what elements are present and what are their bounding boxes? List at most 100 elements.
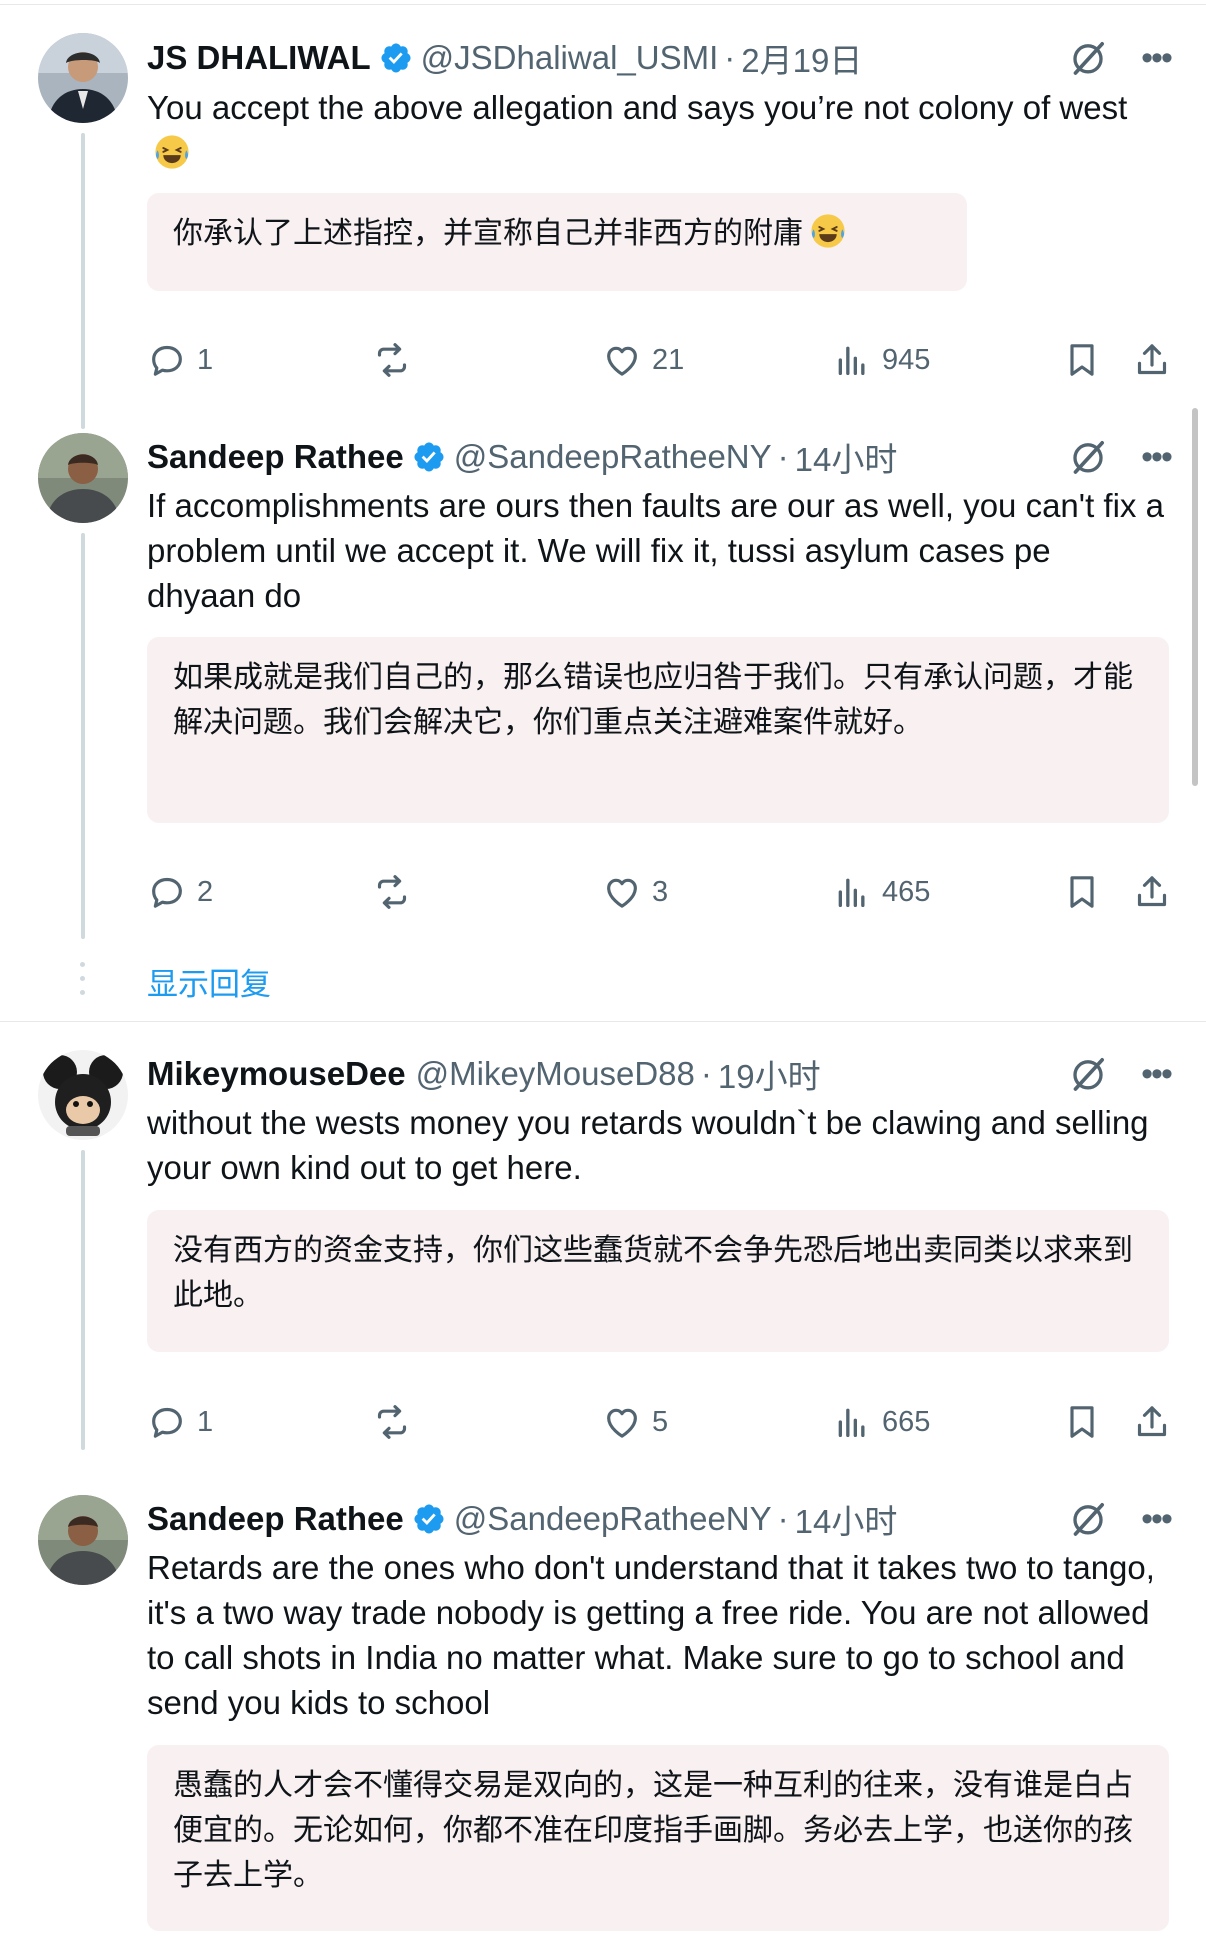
scrollbar[interactable] <box>1192 408 1198 786</box>
action-bar: 1 21 945 <box>147 335 1172 385</box>
tweet[interactable]: MikeymouseDee @MikeyMouseD88 · 19小时 ••• … <box>0 1045 1206 1465</box>
like-count: 5 <box>652 1405 669 1438</box>
share-button[interactable] <box>1132 867 1172 917</box>
share-icon <box>1132 872 1172 912</box>
avatar[interactable] <box>38 433 128 523</box>
grok-icon[interactable] <box>1068 1054 1108 1094</box>
share-icon <box>1132 1402 1172 1442</box>
tweet-text: If accomplishments are ours then faults … <box>147 487 1164 614</box>
timestamp[interactable]: 19小时 <box>718 1050 821 1098</box>
share-button[interactable] <box>1132 335 1172 385</box>
tweet-header: MikeymouseDee @MikeyMouseD88 · 19小时 ••• <box>147 1049 1176 1099</box>
like-button[interactable]: 21 <box>602 335 684 385</box>
bookmark-icon <box>1062 1402 1102 1442</box>
like-count: 3 <box>652 875 669 908</box>
like-button[interactable]: 5 <box>602 1397 668 1447</box>
author-handle[interactable]: @MikeyMouseD88 <box>416 1055 695 1093</box>
author-handle[interactable]: @SandeepRatheeNY <box>454 438 772 476</box>
timestamp[interactable]: 14小时 <box>795 433 898 481</box>
author-handle[interactable]: @SandeepRatheeNY <box>454 1500 772 1538</box>
reply-icon <box>147 340 187 380</box>
translation-box: 愚蠢的人才会不懂得交易是双向的，这是一种互利的往来，没有谁是白占便宜的。无论如何… <box>147 1745 1169 1931</box>
tweet[interactable]: Sandeep Rathee @SandeepRatheeNY · 14小时 •… <box>0 1492 1206 1956</box>
views-button[interactable]: 665 <box>832 1397 930 1447</box>
verified-badge-icon <box>412 440 446 474</box>
tweet-header: JS DHALIWAL @JSDhaliwal_USMI · 2月19日 ••• <box>147 33 1176 83</box>
thread-line <box>81 533 85 939</box>
share-icon <box>1132 340 1172 380</box>
verified-badge-icon <box>379 41 413 75</box>
bookmark-icon <box>1062 872 1102 912</box>
share-button[interactable] <box>1132 1397 1172 1447</box>
tweet[interactable]: JS DHALIWAL @JSDhaliwal_USMI · 2月19日 •••… <box>0 0 1206 429</box>
like-icon <box>602 872 642 912</box>
tweet-text: You accept the above allegation and says… <box>147 85 1166 175</box>
face-with-tears-of-joy-emoji <box>809 212 847 250</box>
retweet-button[interactable] <box>372 1397 412 1447</box>
translation-box: 如果成就是我们自己的，那么错误也应归咎于我们。只有承认问题，才能解决问题。我们会… <box>147 637 1169 823</box>
timestamp[interactable]: 2月19日 <box>741 34 862 82</box>
reply-count: 2 <box>197 875 214 908</box>
views-count: 465 <box>882 875 931 908</box>
retweet-button[interactable] <box>372 867 412 917</box>
reply-button[interactable]: 1 <box>147 1397 213 1447</box>
timestamp[interactable]: 14小时 <box>795 1495 898 1543</box>
translation-box: 你承认了上述指控，并宣称自己并非西方的附庸 <box>147 193 967 291</box>
author-name[interactable]: JS DHALIWAL <box>147 39 371 77</box>
avatar[interactable] <box>38 1050 128 1140</box>
more-icon[interactable]: ••• <box>1136 1499 1176 1539</box>
reply-button[interactable]: 1 <box>147 335 213 385</box>
reply-count: 1 <box>197 343 214 376</box>
tweet-header: Sandeep Rathee @SandeepRatheeNY · 14小时 •… <box>147 1494 1176 1544</box>
retweet-icon <box>372 340 412 380</box>
tweet[interactable]: Sandeep Rathee @SandeepRatheeNY · 14小时 •… <box>0 430 1206 970</box>
bookmark-button[interactable] <box>1062 867 1102 917</box>
reply-count: 1 <box>197 1405 214 1438</box>
avatar[interactable] <box>38 33 128 123</box>
views-count: 665 <box>882 1405 931 1438</box>
more-icon[interactable]: ••• <box>1136 1054 1176 1094</box>
reply-button[interactable]: 2 <box>147 867 213 917</box>
grok-icon[interactable] <box>1068 437 1108 477</box>
avatar[interactable] <box>38 1495 128 1585</box>
tweet-text: Retards are the ones who don't understan… <box>147 1549 1155 1721</box>
author-handle[interactable]: @JSDhaliwal_USMI <box>421 39 719 77</box>
views-icon <box>832 1402 872 1442</box>
separator: · <box>700 1055 712 1092</box>
like-count: 21 <box>652 343 685 376</box>
show-replies-link[interactable]: 显示回复 <box>147 959 271 1004</box>
translation-box: 没有西方的资金支持，你们这些蠢货就不会争先恐后地出卖同类以求来到此地。 <box>147 1210 1169 1352</box>
bookmark-icon <box>1062 340 1102 380</box>
more-icon[interactable]: ••• <box>1136 38 1176 78</box>
views-button[interactable]: 945 <box>832 335 930 385</box>
author-name[interactable]: Sandeep Rathee <box>147 1500 404 1538</box>
retweet-button[interactable] <box>372 335 412 385</box>
verified-badge-icon <box>412 1502 446 1536</box>
like-icon <box>602 1402 642 1442</box>
bookmark-button[interactable] <box>1062 335 1102 385</box>
separator: · <box>724 39 736 76</box>
retweet-icon <box>372 872 412 912</box>
thread-line <box>81 1150 85 1450</box>
views-icon <box>832 872 872 912</box>
separator: · <box>777 1500 789 1537</box>
author-name[interactable]: MikeymouseDee <box>147 1055 406 1093</box>
reply-icon <box>147 872 187 912</box>
reply-icon <box>147 1402 187 1442</box>
like-icon <box>602 340 642 380</box>
grok-icon[interactable] <box>1068 1499 1108 1539</box>
separator: · <box>777 438 789 475</box>
grok-icon[interactable] <box>1068 38 1108 78</box>
thread-continuation-dots <box>80 962 86 995</box>
like-button[interactable]: 3 <box>602 867 668 917</box>
action-bar: 1 5 665 <box>147 1397 1172 1447</box>
views-count: 945 <box>882 343 931 376</box>
reply-feed: JS DHALIWAL @JSDhaliwal_USMI · 2月19日 •••… <box>0 0 1206 1956</box>
bookmark-button[interactable] <box>1062 1397 1102 1447</box>
action-bar: 2 3 465 <box>147 867 1172 917</box>
thread-line <box>81 133 85 429</box>
views-icon <box>832 340 872 380</box>
author-name[interactable]: Sandeep Rathee <box>147 438 404 476</box>
views-button[interactable]: 465 <box>832 867 930 917</box>
more-icon[interactable]: ••• <box>1136 437 1176 477</box>
